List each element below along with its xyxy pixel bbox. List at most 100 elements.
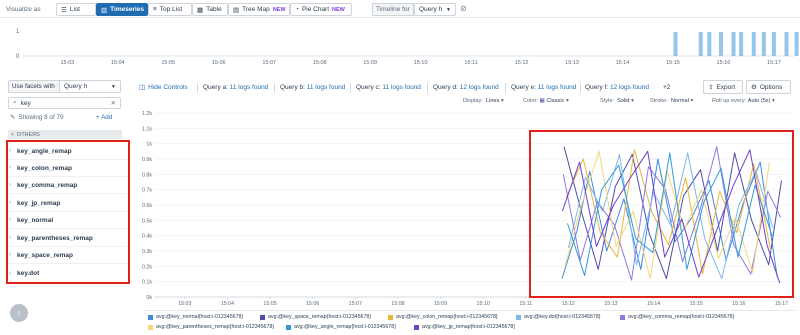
x-tick-label: 15:06: [306, 301, 319, 307]
gear-icon: ⚙: [751, 84, 757, 91]
visualize-piechart-button[interactable]: ◔ Pie Chart NEW: [290, 3, 352, 16]
legend-item[interactable]: avg:@key_jp_remap{host:i-012345678}: [414, 324, 515, 330]
x-tick-label: 15:12: [562, 301, 575, 307]
facets-query-select[interactable]: Query h ▼: [59, 80, 121, 93]
piechart-icon: ◔: [295, 6, 299, 13]
timeline-histogram[interactable]: 1 0 15:03 15:04 15:05 15:06 15:07 15:08 15:09 15:…: [0, 20, 800, 68]
stroke-option[interactable]: Stroke: Normal ▾: [650, 98, 693, 104]
eye-slash-icon[interactable]: ⊘: [460, 4, 467, 13]
y-tick-label: 1k: [146, 142, 152, 148]
timeline-x-tick: 15:07: [262, 60, 276, 66]
x-tick-label: 15:14: [647, 301, 660, 307]
timeline-y-tick: 0: [16, 54, 20, 60]
legend-item[interactable]: avg:@key_colon_remap{host:i-012345678}: [388, 314, 498, 320]
x-tick-label: 15:05: [263, 301, 276, 307]
timeline-bar: [739, 32, 744, 56]
y-tick-label: 1.1k: [142, 126, 152, 132]
table-icon: ▦: [197, 6, 204, 14]
timeline-bar: [761, 32, 766, 56]
y-tick-label: 0.6k: [142, 203, 152, 209]
rollup-option[interactable]: Roll up every: Auto (5s) ▾: [712, 98, 775, 104]
scroll-top-button[interactable]: ↑: [10, 304, 28, 322]
style-option[interactable]: Style: Solid ▾: [600, 98, 634, 104]
timeline-x-tick: 15:11: [464, 60, 477, 66]
timeline-x-tick: 15:04: [111, 60, 125, 66]
display-option[interactable]: Display: Lines ▾: [463, 98, 504, 104]
x-tick-label: 15:17: [775, 301, 788, 307]
timeline-y-tick: 1: [16, 29, 20, 35]
timeline-bar: [698, 32, 703, 56]
chevron-down-icon: ▾: [772, 98, 775, 104]
options-button[interactable]: ⚙ Options: [746, 80, 791, 94]
treemap-icon: ▤: [233, 6, 240, 14]
timeline-x-tick: 15:12: [515, 60, 529, 66]
chevron-down-icon: ˅: [11, 131, 14, 138]
visualize-timeseries-button[interactable]: ▥ Timeseries: [96, 3, 148, 16]
legend-item[interactable]: avg:@key_normal{host:i-012345678}: [148, 314, 243, 320]
chart-legend: avg:@key_normal{host:i-012345678} avg:@k…: [144, 310, 796, 334]
chevron-down-icon: ▾: [631, 98, 634, 104]
palette-icon: ▦: [539, 98, 545, 104]
x-tick-label: 15:15: [690, 301, 703, 307]
divider: [580, 83, 581, 93]
visualize-toplist-button[interactable]: ≡ Top List: [148, 3, 192, 16]
export-button[interactable]: ⇪ Export: [703, 80, 743, 94]
timeline-x-tick: 15:03: [60, 60, 74, 66]
y-tick-label: 0.3k: [142, 249, 152, 255]
panel-icon: ◫: [139, 84, 146, 91]
add-facet-button[interactable]: + Add: [96, 114, 112, 121]
timeline-query-select[interactable]: Query h ▼: [414, 3, 456, 16]
color-option[interactable]: Color: ▦ Classic ▾: [523, 98, 569, 104]
chevron-down-icon: ▼: [446, 6, 451, 13]
timeline-bar: [707, 32, 712, 56]
legend-item[interactable]: avg:@key_space_remap{host:i-012345678}: [260, 314, 371, 320]
query-c-summary: Query c: 11 logs found: [356, 84, 421, 91]
visualize-list-button[interactable]: ☰ List: [56, 3, 96, 16]
list-icon: ☰: [61, 6, 67, 14]
legend-item[interactable]: avg:@key.dot{host:i-012345678}: [516, 314, 601, 320]
visualize-table-button[interactable]: ▦ Table: [192, 3, 228, 16]
divider: [350, 83, 351, 93]
query-a-summary: Query a: 11 logs found: [203, 84, 269, 91]
x-tick-label: 15:04: [221, 301, 234, 307]
y-tick-label: 0.4k: [142, 234, 152, 240]
timeline-bar: [794, 32, 799, 56]
query-f-summary: Query f: 12 logs found: [585, 84, 649, 91]
timeseries-icon: ▥: [101, 6, 108, 14]
timeline-x-tick: 15:05: [161, 60, 175, 66]
toplist-icon: ≡: [153, 6, 157, 13]
divider: [427, 83, 428, 93]
x-tick-label: 15:10: [477, 301, 490, 307]
visualize-treemap-button[interactable]: ▤ Tree Map NEW: [228, 3, 290, 16]
clear-icon[interactable]: ✕: [111, 99, 116, 107]
y-tick-label: 0k: [146, 295, 152, 301]
timeline-x-tick: 15:08: [313, 60, 327, 66]
timeline-bar: [784, 32, 789, 56]
facet-search-input[interactable]: ⌕ key ✕: [8, 97, 121, 109]
timeline-bar: [718, 32, 723, 56]
facet-group-header[interactable]: ˅ OTHERS: [8, 130, 122, 139]
chevron-down-icon: ▾: [690, 98, 694, 104]
timeline-x-tick: 15:15: [666, 60, 680, 66]
y-tick-label: 0.2k: [142, 264, 152, 270]
more-queries-link[interactable]: +2: [663, 84, 670, 91]
chevron-down-icon: ▾: [565, 98, 569, 104]
timeline-x-tick: 15:13: [565, 60, 579, 66]
chevron-down-icon: ▾: [500, 98, 504, 104]
y-tick-label: 0.5k: [142, 218, 152, 224]
timeline-bar: [771, 32, 776, 56]
timeline-x-tick: 15:14: [616, 60, 630, 66]
query-b-summary: Query b: 11 logs found: [280, 84, 346, 91]
timeline-bar: [673, 32, 678, 56]
timeline-x-tick: 15:10: [414, 60, 428, 66]
query-e-summary: Query e: 11 logs found: [511, 84, 577, 91]
export-icon: ⇪: [708, 84, 714, 91]
hide-controls-button[interactable]: ◫ Hide Controls: [139, 83, 188, 92]
divider: [197, 83, 198, 93]
chart-highlight-box: [529, 130, 794, 298]
chevron-down-icon: ▼: [111, 83, 116, 90]
legend-item[interactable]: avg:@key_angle_remap{host:i-012345678}: [286, 324, 396, 330]
legend-item[interactable]: avg:@key_parentheses_remap{host:i-012345…: [148, 324, 274, 330]
legend-item[interactable]: avg:@key_comma_remap{host:i-012345678}: [620, 314, 734, 320]
facet-highlight-box: [6, 140, 130, 284]
